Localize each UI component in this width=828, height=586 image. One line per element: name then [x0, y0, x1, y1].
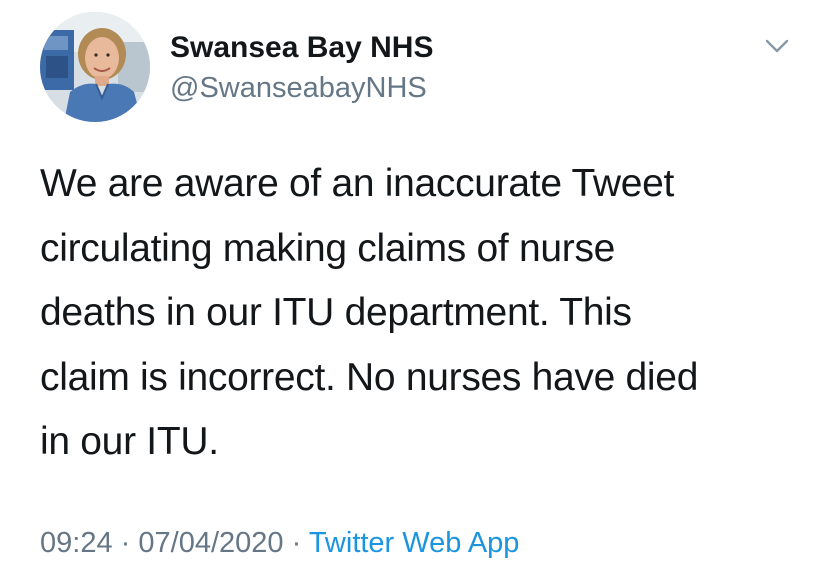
tweet-card: Swansea Bay NHS @SwanseabayNHS We are aw…: [0, 0, 828, 586]
avatar[interactable]: [40, 12, 150, 122]
tweet-text-line: in our ITU.: [40, 420, 219, 463]
meta-separator: ·: [291, 527, 302, 559]
tweet-text-line: circulating making claims of nurse: [40, 226, 616, 270]
tweet-meta: 09:24 · 07/04/2020 · Twitter Web App: [40, 525, 519, 561]
tweet-date[interactable]: 07/04/2020: [138, 527, 283, 559]
author-display-name[interactable]: Swansea Bay NHS: [170, 30, 433, 66]
tweet-text: We are aware of an inaccurate Tweet circ…: [40, 152, 810, 475]
tweet-source-link[interactable]: Twitter Web App: [309, 527, 520, 559]
tweet-time[interactable]: 09:24: [40, 527, 113, 559]
chevron-down-icon[interactable]: [762, 34, 792, 58]
tweet-text-line: claim is incorrect. No nurses have died: [40, 355, 699, 399]
tweet-text-line: We are aware of an inaccurate Tweet: [40, 162, 675, 205]
avatar-photo: [40, 12, 150, 122]
meta-separator: ·: [120, 527, 131, 559]
author-handle[interactable]: @SwanseabayNHS: [170, 70, 427, 106]
tweet-text-line: deaths in our ITU department. This: [40, 291, 632, 334]
